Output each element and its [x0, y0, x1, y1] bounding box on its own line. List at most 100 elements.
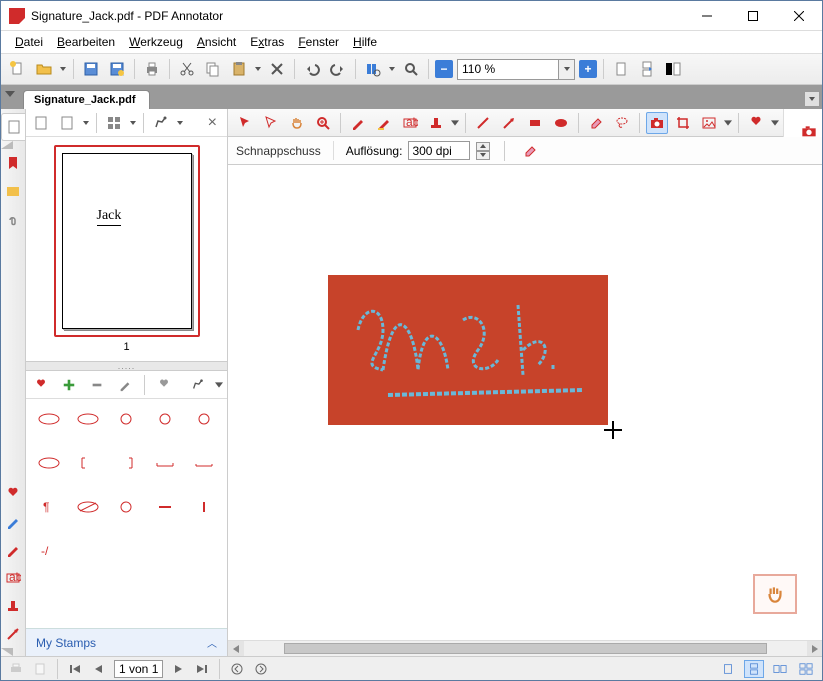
close-button[interactable]: [776, 1, 822, 31]
menu-datei[interactable]: Datei: [9, 33, 49, 51]
continuous-page-button[interactable]: [636, 58, 658, 80]
highlighter-tool[interactable]: [373, 112, 395, 134]
stamps-favorite-button[interactable]: [30, 374, 52, 396]
print-button[interactable]: [141, 58, 163, 80]
settings-button[interactable]: [150, 112, 172, 134]
settings-dropdown[interactable]: [176, 121, 184, 125]
stamps-category-footer[interactable]: My Stamps ︿: [26, 628, 227, 656]
tab-overflow-button[interactable]: [804, 91, 820, 107]
pan-indicator[interactable]: [753, 574, 797, 614]
paste-button[interactable]: [228, 58, 250, 80]
thumbnail-view-dropdown[interactable]: [129, 121, 137, 125]
sidebar-tab-files[interactable]: [1, 177, 25, 205]
rectangle-tool[interactable]: [524, 112, 546, 134]
page-menu-dropdown[interactable]: [82, 121, 90, 125]
stamp-item[interactable]: [190, 454, 218, 472]
view-twopage-cont-button[interactable]: [796, 660, 816, 678]
tool-marker[interactable]: [1, 536, 25, 564]
save-button[interactable]: [80, 58, 102, 80]
status-print-button[interactable]: [7, 660, 25, 678]
tool-favorite[interactable]: [1, 480, 25, 508]
stamp-item[interactable]: [74, 410, 102, 428]
stamp-item[interactable]: [151, 498, 179, 516]
copy-button[interactable]: [202, 58, 224, 80]
zoom-value[interactable]: 110 %: [458, 62, 558, 76]
tool-stamp[interactable]: [1, 592, 25, 620]
prev-page-button[interactable]: [90, 660, 108, 678]
view-single-button[interactable]: [718, 660, 738, 678]
page-thumbnail[interactable]: ✔ Jack: [54, 145, 200, 337]
minimize-button[interactable]: [684, 1, 730, 31]
pen-tool[interactable]: [347, 112, 369, 134]
stamps-settings-dropdown[interactable]: [215, 378, 223, 392]
stamp-item[interactable]: [74, 498, 102, 516]
horizontal-scrollbar[interactable]: [228, 640, 822, 656]
stamp-item[interactable]: [74, 454, 102, 472]
stamp-item[interactable]: ¶: [35, 498, 63, 516]
arrow-tool[interactable]: [498, 112, 520, 134]
stamp-item[interactable]: [35, 410, 63, 428]
close-panel-button[interactable]: ×: [202, 114, 223, 132]
undo-button[interactable]: [301, 58, 323, 80]
stamp-item[interactable]: -/: [35, 542, 63, 560]
crop-tool[interactable]: [672, 112, 694, 134]
last-page-button[interactable]: [193, 660, 211, 678]
image-tool[interactable]: [698, 112, 720, 134]
next-page-button[interactable]: [169, 660, 187, 678]
stamp-item[interactable]: [151, 410, 179, 428]
stamp-item[interactable]: [112, 498, 140, 516]
favorites-dropdown[interactable]: [771, 115, 779, 131]
menu-hilfe[interactable]: Hilfe: [347, 33, 383, 51]
stamp-item[interactable]: [151, 454, 179, 472]
zoom-dropdown-arrow[interactable]: [558, 60, 574, 79]
stamp-item[interactable]: [190, 410, 218, 428]
cut-button[interactable]: [176, 58, 198, 80]
page-surface[interactable]: [228, 165, 822, 640]
stamp-item[interactable]: [112, 454, 140, 472]
snapshot-eraser-button[interactable]: [519, 140, 541, 162]
single-page-button[interactable]: [610, 58, 632, 80]
find-dropdown[interactable]: [388, 67, 396, 71]
scroll-right-button[interactable]: [807, 641, 822, 656]
resolution-spinner[interactable]: [476, 142, 490, 160]
stamps-favorite2-button[interactable]: [153, 374, 175, 396]
menu-werkzeug[interactable]: Werkzeug: [123, 33, 189, 51]
select-tool[interactable]: [260, 112, 282, 134]
zoom-select[interactable]: 110 %: [457, 59, 575, 80]
select-page-button[interactable]: [30, 112, 52, 134]
zoom-in-button[interactable]: +: [579, 60, 597, 78]
line-tool[interactable]: [472, 112, 494, 134]
first-page-button[interactable]: [66, 660, 84, 678]
sidebar-tab-pages[interactable]: [1, 113, 25, 141]
find-button[interactable]: [362, 58, 384, 80]
view-twopage-button[interactable]: [770, 660, 790, 678]
menu-ansicht[interactable]: Ansicht: [191, 33, 242, 51]
nav-back-button[interactable]: [228, 660, 246, 678]
stamps-settings-button[interactable]: [187, 374, 209, 396]
pan-tool[interactable]: [286, 112, 308, 134]
panel-splitter[interactable]: .....: [26, 361, 227, 371]
tool-text[interactable]: ab: [1, 564, 25, 592]
view-continuous-button[interactable]: [744, 660, 764, 678]
spinner-down[interactable]: [476, 151, 490, 160]
menu-fenster[interactable]: Fenster: [292, 33, 345, 51]
snapshot-tool[interactable]: [646, 112, 668, 134]
stamps-add-button[interactable]: [58, 374, 80, 396]
tool-pen[interactable]: [1, 508, 25, 536]
lasso-tool[interactable]: [611, 112, 633, 134]
two-page-button[interactable]: [662, 58, 684, 80]
menu-bearbeiten[interactable]: Bearbeiten: [51, 33, 121, 51]
stamps-grid[interactable]: ¶ -/: [26, 399, 227, 628]
redo-button[interactable]: [327, 58, 349, 80]
open-dropdown[interactable]: [59, 67, 67, 71]
page-indicator[interactable]: 1 von 1: [114, 660, 163, 678]
textbox-tool[interactable]: ab: [399, 112, 421, 134]
new-document-button[interactable]: [7, 58, 29, 80]
resolution-input[interactable]: [408, 141, 470, 160]
maximize-button[interactable]: [730, 1, 776, 31]
sidebar-tab-bookmarks[interactable]: [1, 149, 25, 177]
stamps-edit-button[interactable]: [114, 374, 136, 396]
stamp-item[interactable]: [112, 410, 140, 428]
page-menu-button[interactable]: [56, 112, 78, 134]
eraser-tool[interactable]: [585, 112, 607, 134]
